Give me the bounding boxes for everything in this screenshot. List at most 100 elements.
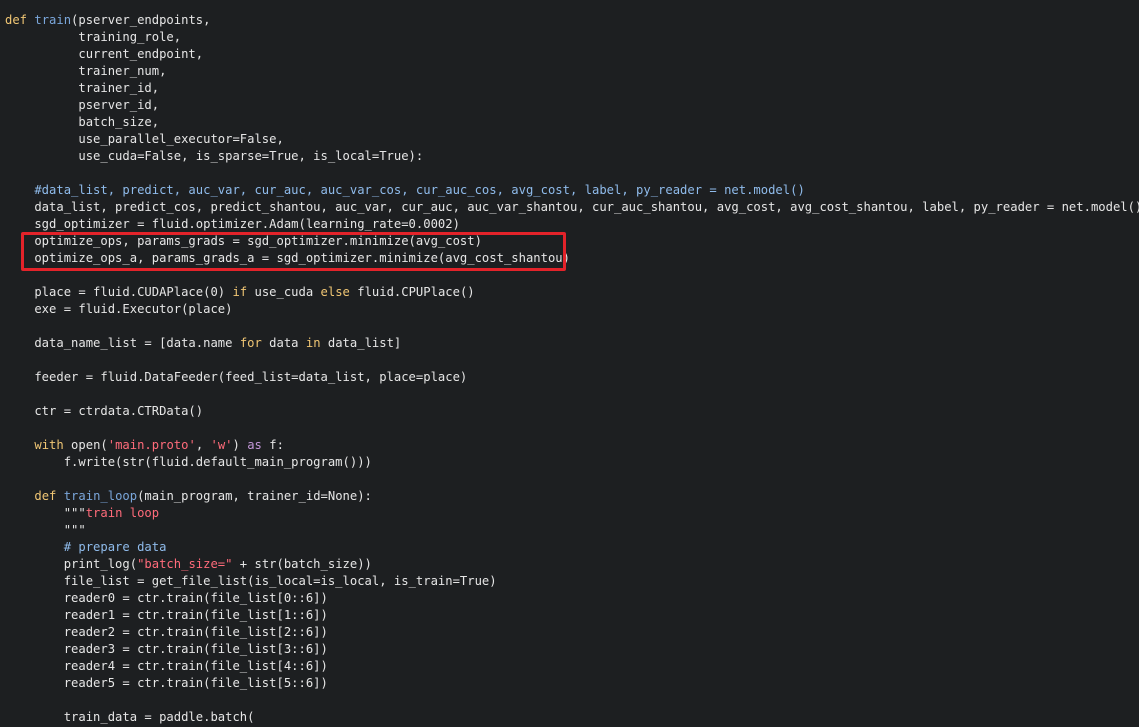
code-token: def xyxy=(34,489,64,503)
code-line[interactable] xyxy=(5,471,1139,488)
code-line[interactable]: reader4 = ctr.train(file_list[4::6]) xyxy=(5,658,1139,675)
code-token: reader1 = ctr.train(file_list[1::6]) xyxy=(5,608,328,622)
code-line[interactable]: sgd_optimizer = fluid.optimizer.Adam(lea… xyxy=(5,216,1139,233)
code-token: for xyxy=(239,336,262,350)
code-token: (pserver_endpoints, xyxy=(71,13,211,27)
code-token: #data_list, predict, auc_var, cur_auc, a… xyxy=(5,183,805,197)
code-token: ctr = ctrdata.CTRData() xyxy=(5,404,204,418)
code-token: else xyxy=(320,285,350,299)
code-line[interactable]: def train_loop(main_program, trainer_id=… xyxy=(5,488,1139,505)
code-token: reader2 = ctr.train(file_list[2::6]) xyxy=(5,625,328,639)
code-line[interactable] xyxy=(5,267,1139,284)
code-token: place = fluid.CUDAPlace(0) xyxy=(5,285,233,299)
code-line[interactable]: exe = fluid.Executor(place) xyxy=(5,301,1139,318)
code-token: in xyxy=(305,336,321,350)
code-token: data_name_list = [data.name xyxy=(5,336,240,350)
code-line[interactable]: """train loop xyxy=(5,505,1139,522)
code-line[interactable]: reader1 = ctr.train(file_list[1::6]) xyxy=(5,607,1139,624)
code-token: train loop xyxy=(85,506,160,520)
code-line[interactable] xyxy=(5,692,1139,709)
code-line[interactable]: reader2 = ctr.train(file_list[2::6]) xyxy=(5,624,1139,641)
code-token: file_list = get_file_list(is_local=is_lo… xyxy=(5,574,497,588)
code-line[interactable] xyxy=(5,420,1139,437)
code-token: if xyxy=(232,285,248,299)
code-line[interactable]: data_name_list = [data.name for data in … xyxy=(5,335,1139,352)
code-token: , xyxy=(195,438,211,452)
code-token: reader4 = ctr.train(file_list[4::6]) xyxy=(5,659,328,673)
code-token: """ xyxy=(5,506,86,520)
code-token: "batch_size=" xyxy=(137,557,233,571)
code-line[interactable]: #data_list, predict, auc_var, cur_auc, a… xyxy=(5,182,1139,199)
code-line[interactable]: reader3 = ctr.train(file_list[3::6]) xyxy=(5,641,1139,658)
code-token: as xyxy=(247,438,262,452)
code-line[interactable] xyxy=(5,318,1139,335)
code-token: trainer_id, xyxy=(5,81,160,95)
code-line[interactable]: # prepare data xyxy=(5,539,1139,556)
code-line[interactable]: current_endpoint, xyxy=(5,46,1139,63)
code-view[interactable]: def train(pserver_endpoints, training_ro… xyxy=(5,12,1139,726)
code-line[interactable]: use_parallel_executor=False, xyxy=(5,131,1139,148)
code-token: (main_program, trainer_id=None): xyxy=(137,489,372,503)
code-line[interactable]: print_log("batch_size=" + str(batch_size… xyxy=(5,556,1139,573)
code-token: ) xyxy=(232,438,248,452)
code-token: with xyxy=(34,438,64,452)
code-token: f.write(str(fluid.default_main_program()… xyxy=(5,455,372,469)
code-line[interactable]: """ xyxy=(5,522,1139,539)
code-line[interactable]: reader0 = ctr.train(file_list[0::6]) xyxy=(5,590,1139,607)
code-line[interactable]: reader5 = ctr.train(file_list[5::6]) xyxy=(5,675,1139,692)
code-token: data_list] xyxy=(320,336,402,350)
code-line[interactable]: trainer_id, xyxy=(5,80,1139,97)
code-line[interactable]: use_cuda=False, is_sparse=True, is_local… xyxy=(5,148,1139,165)
code-line[interactable]: file_list = get_file_list(is_local=is_lo… xyxy=(5,573,1139,590)
code-token: def xyxy=(5,13,35,27)
code-token: fluid.CPUPlace() xyxy=(349,285,475,299)
code-token: reader3 = ctr.train(file_list[3::6]) xyxy=(5,642,328,656)
code-token: optimize_ops_a, params_grads_a = sgd_opt… xyxy=(5,251,570,265)
code-token: sgd_optimizer = fluid.optimizer.Adam(lea… xyxy=(5,217,460,231)
code-token: train_data = paddle.batch( xyxy=(5,710,255,724)
code-line[interactable]: optimize_ops_a, params_grads_a = sgd_opt… xyxy=(5,250,1139,267)
code-line[interactable]: data_list, predict_cos, predict_shantou,… xyxy=(5,199,1139,216)
code-token: reader0 = ctr.train(file_list[0::6]) xyxy=(5,591,328,605)
code-line[interactable]: ctr = ctrdata.CTRData() xyxy=(5,403,1139,420)
code-line[interactable]: f.write(str(fluid.default_main_program()… xyxy=(5,454,1139,471)
code-token: trainer_num, xyxy=(5,64,167,78)
code-line[interactable]: batch_size, xyxy=(5,114,1139,131)
code-line[interactable]: training_role, xyxy=(5,29,1139,46)
code-line[interactable]: place = fluid.CUDAPlace(0) if use_cuda e… xyxy=(5,284,1139,301)
code-token: + str(batch_size)) xyxy=(232,557,372,571)
code-token: print_log( xyxy=(5,557,138,571)
code-line[interactable] xyxy=(5,352,1139,369)
code-token: exe = fluid.Executor(place) xyxy=(5,302,233,316)
code-token: 'main.proto' xyxy=(107,438,196,452)
code-line[interactable]: pserver_id, xyxy=(5,97,1139,114)
code-token: training_role, xyxy=(5,30,182,44)
code-line[interactable]: trainer_num, xyxy=(5,63,1139,80)
code-token: """ xyxy=(5,523,86,537)
code-line[interactable] xyxy=(5,165,1139,182)
code-token: train xyxy=(34,13,72,27)
code-token: batch_size, xyxy=(5,115,160,129)
code-line[interactable]: train_data = paddle.batch( xyxy=(5,709,1139,726)
code-line[interactable]: feeder = fluid.DataFeeder(feed_list=data… xyxy=(5,369,1139,386)
code-token: reader5 = ctr.train(file_list[5::6]) xyxy=(5,676,328,690)
code-token: open( xyxy=(63,438,108,452)
code-line[interactable]: def train(pserver_endpoints, xyxy=(5,12,1139,29)
code-token: data xyxy=(261,336,306,350)
code-token: use_cuda=False, is_sparse=True, is_local… xyxy=(5,149,424,163)
code-editor[interactable]: def train(pserver_endpoints, training_ro… xyxy=(0,0,1139,727)
code-token: pserver_id, xyxy=(5,98,160,112)
code-line[interactable]: optimize_ops, params_grads = sgd_optimiz… xyxy=(5,233,1139,250)
code-token: use_parallel_executor=False, xyxy=(5,132,284,146)
code-token: data_list, predict_cos, predict_shantou,… xyxy=(5,200,1139,214)
code-line[interactable] xyxy=(5,386,1139,403)
code-token: # prepare data xyxy=(5,540,167,554)
code-token: optimize_ops, params_grads = sgd_optimiz… xyxy=(5,234,482,248)
code-token: current_endpoint, xyxy=(5,47,204,61)
code-line[interactable]: with open('main.proto', 'w') as f: xyxy=(5,437,1139,454)
code-token: use_cuda xyxy=(247,285,321,299)
code-token: train_loop xyxy=(63,489,138,503)
code-token: f: xyxy=(261,438,284,452)
